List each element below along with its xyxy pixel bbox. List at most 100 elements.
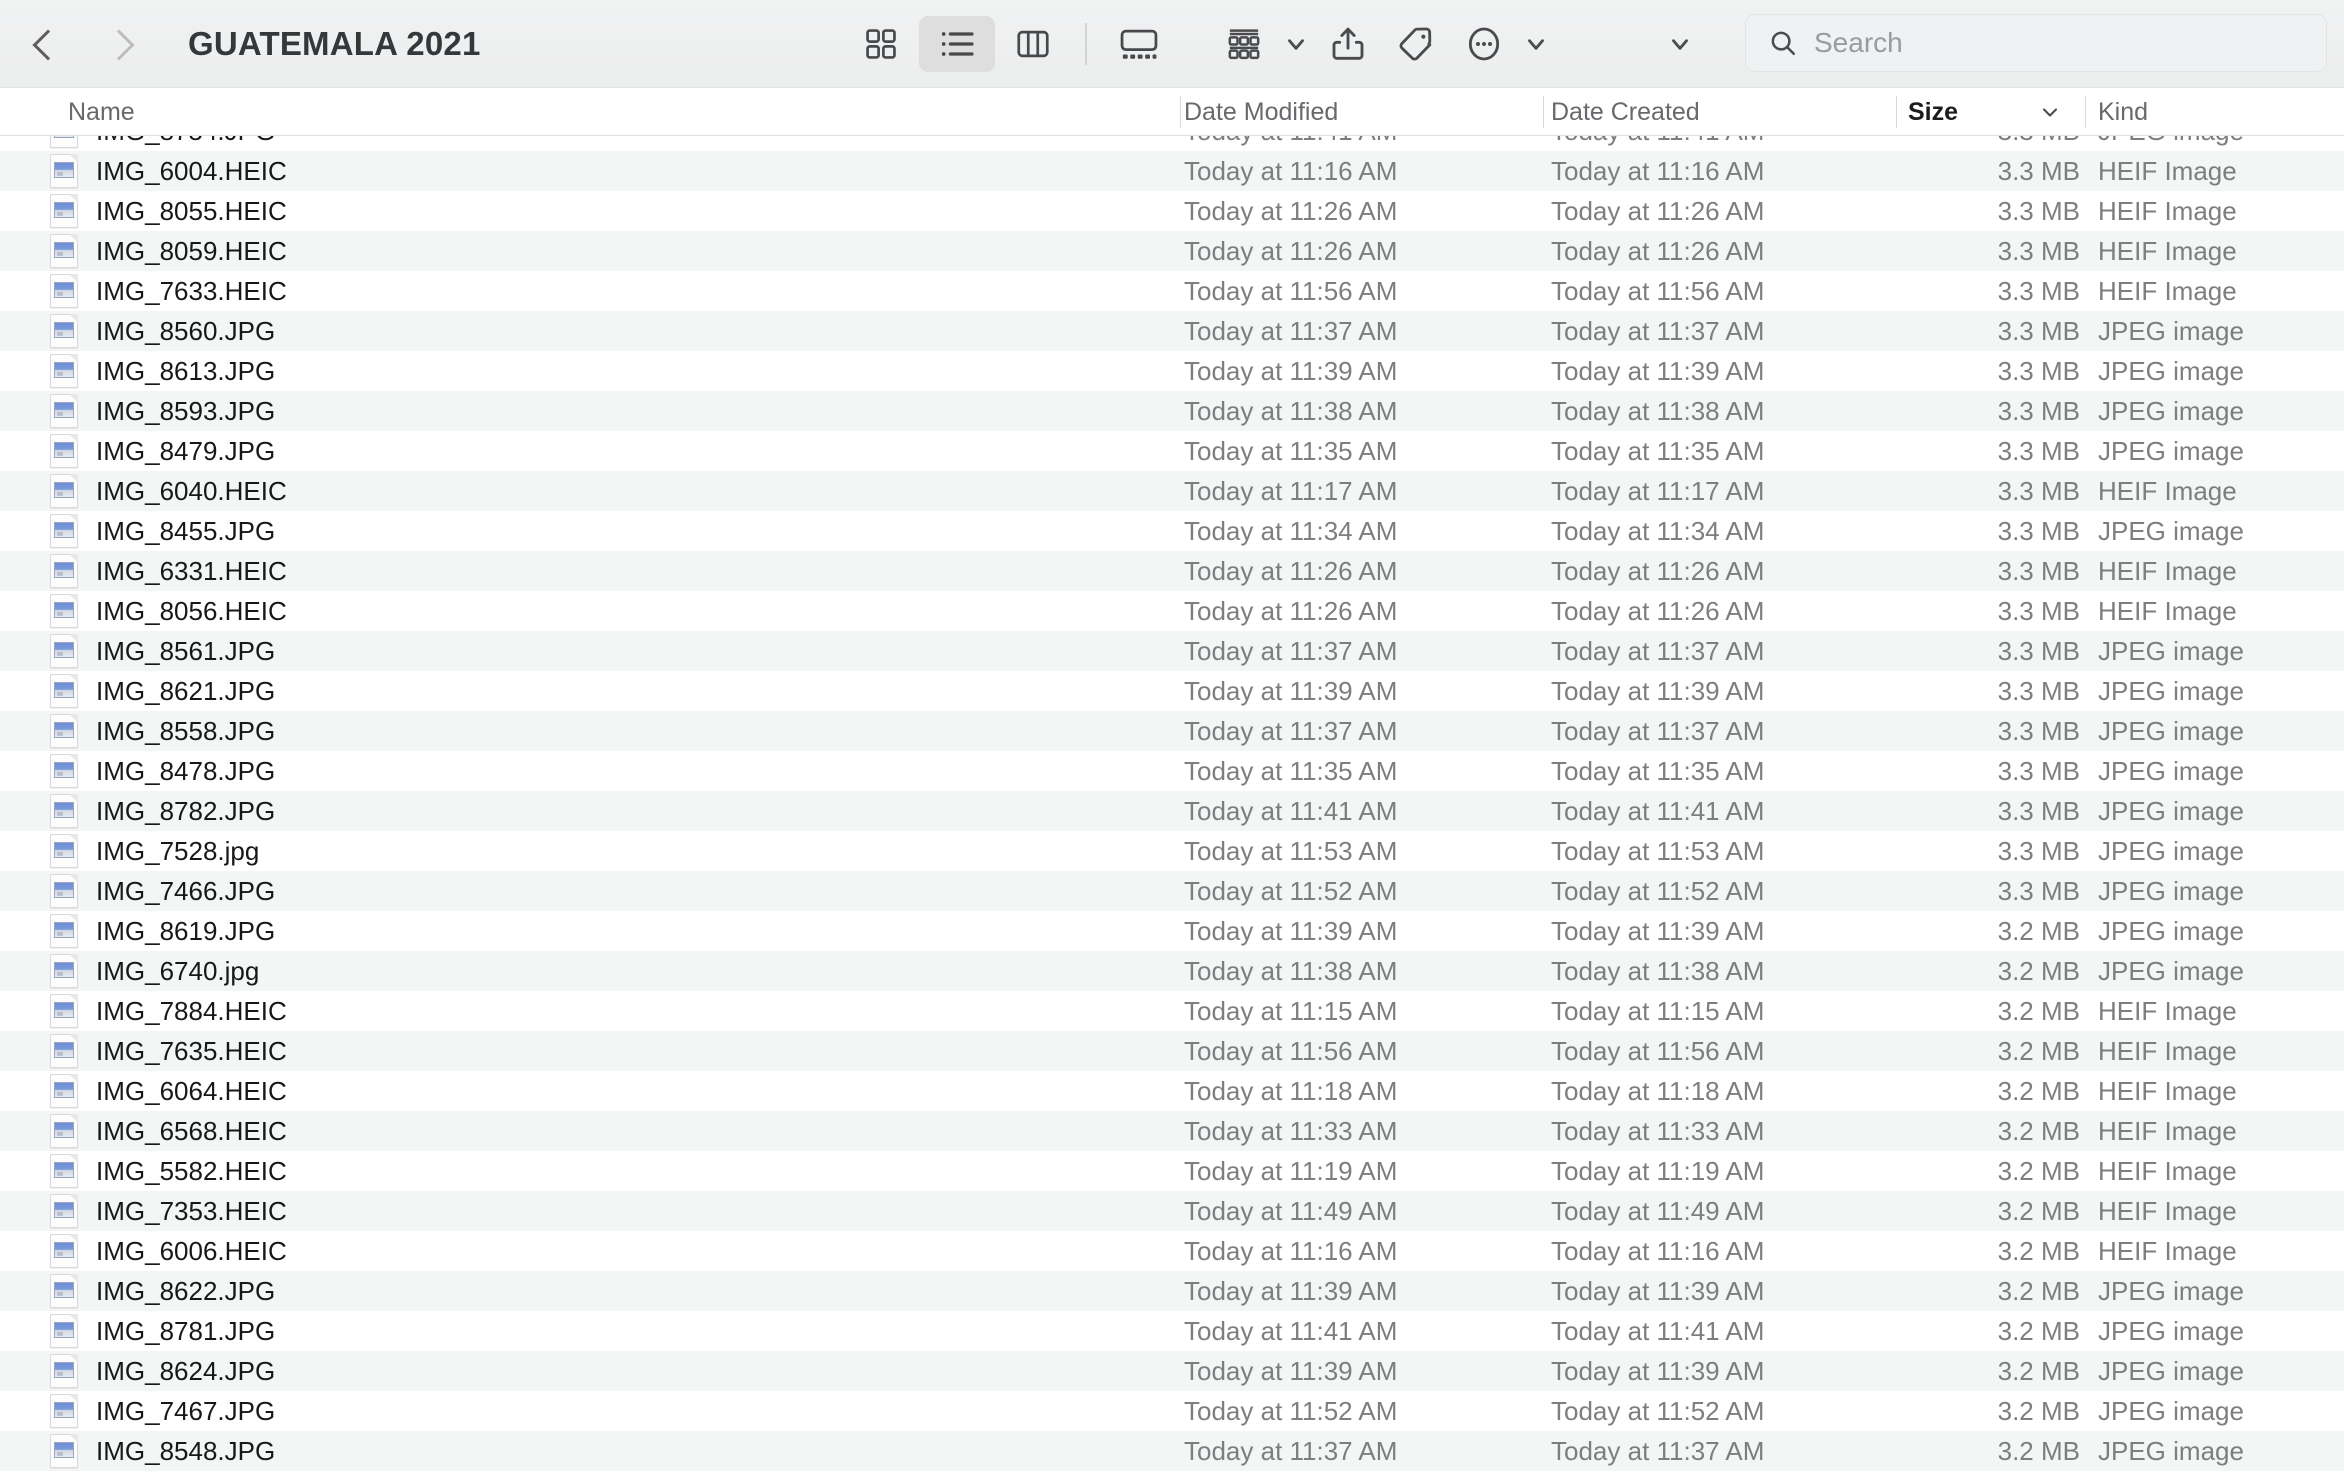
table-row[interactable]: IMG_7528.jpg Today at 11:53 AM Today at 11… bbox=[0, 831, 2344, 871]
date-modified-cell: Today at 11:53 AM bbox=[1184, 835, 1398, 866]
column-header-date-created[interactable]: Date Created bbox=[1551, 88, 1700, 136]
table-row[interactable]: IMG_7466.JPG Today at 11:52 AM Today at 11… bbox=[0, 871, 2344, 911]
table-row[interactable]: IMG_8622.JPG Today at 11:39 AM Today at 11… bbox=[0, 1271, 2344, 1311]
file-kind-cell: HEIF Image bbox=[2098, 555, 2237, 586]
table-row[interactable]: IMG_8621.JPG Today at 11:39 AM Today at 11… bbox=[0, 671, 2344, 711]
table-row[interactable]: IMG_6740.jpg Today at 11:38 AM Today at 11… bbox=[0, 951, 2344, 991]
file-name-label: IMG_8558.JPG bbox=[96, 715, 276, 746]
table-row[interactable]: IMG_7353.HEIC Today at 11:49 AM Today at 1… bbox=[0, 1191, 2344, 1231]
table-row[interactable]: IMG_6006.HEIC Today at 11:16 AM Today at 1… bbox=[0, 1231, 2344, 1271]
column-divider[interactable] bbox=[2085, 96, 2086, 128]
file-name-cell: IMG_8782.JPG bbox=[50, 794, 275, 828]
table-row[interactable]: IMG_8059.HEIC Today at 11:26 AM Today at 1… bbox=[0, 231, 2344, 271]
table-row[interactable]: IMG_7884.HEIC Today at 11:15 AM Today at 1… bbox=[0, 991, 2344, 1031]
file-kind-cell: JPEG image bbox=[2098, 515, 2244, 546]
date-created-cell: Today at 11:33 AM bbox=[1551, 1115, 1765, 1146]
group-by-caret[interactable] bbox=[1278, 16, 1314, 72]
image-file-icon bbox=[50, 994, 78, 1028]
search-input[interactable] bbox=[1814, 27, 2294, 59]
table-row[interactable]: IMG_8754.JPG Today at 11:41 AM Today at 11… bbox=[0, 136, 2344, 151]
search-field[interactable] bbox=[1745, 14, 2327, 72]
date-created-cell: Today at 11:38 AM bbox=[1551, 395, 1765, 426]
table-row[interactable]: IMG_8782.JPG Today at 11:41 AM Today at 11… bbox=[0, 791, 2344, 831]
date-modified-cell: Today at 11:38 AM bbox=[1184, 955, 1398, 986]
navigation-arrows bbox=[20, 22, 140, 66]
forward-button[interactable] bbox=[96, 22, 140, 66]
file-size-cell: 3.2 MB bbox=[1997, 1395, 2080, 1426]
image-file-icon bbox=[50, 714, 78, 748]
window-title: GUATEMALA 2021 bbox=[188, 24, 481, 62]
image-file-icon bbox=[50, 1394, 78, 1428]
toolbar-overflow-caret[interactable] bbox=[1662, 16, 1698, 72]
table-row[interactable]: IMG_8593.JPG Today at 11:38 AM Today at 11… bbox=[0, 391, 2344, 431]
table-row[interactable]: IMG_8560.JPG Today at 11:37 AM Today at 11… bbox=[0, 311, 2344, 351]
table-row[interactable]: IMG_6064.HEIC Today at 11:18 AM Today at 1… bbox=[0, 1071, 2344, 1111]
share-button[interactable] bbox=[1314, 16, 1382, 72]
more-actions-button[interactable] bbox=[1450, 16, 1518, 72]
image-file-icon bbox=[50, 1034, 78, 1068]
image-file-icon bbox=[50, 1074, 78, 1108]
file-size-cell: 3.2 MB bbox=[1997, 955, 2080, 986]
file-size-cell: 3.2 MB bbox=[1997, 1115, 2080, 1146]
chevron-right-icon bbox=[110, 28, 127, 60]
table-row[interactable]: IMG_8558.JPG Today at 11:37 AM Today at 11… bbox=[0, 711, 2344, 751]
table-row[interactable]: IMG_8055.HEIC Today at 11:26 AM Today at 1… bbox=[0, 191, 2344, 231]
table-row[interactable]: IMG_8624.JPG Today at 11:39 AM Today at 11… bbox=[0, 1351, 2344, 1391]
column-divider[interactable] bbox=[1543, 96, 1544, 128]
table-row[interactable]: IMG_7467.JPG Today at 11:52 AM Today at 11… bbox=[0, 1391, 2344, 1431]
file-kind-cell: JPEG image bbox=[2098, 955, 2244, 986]
column-divider[interactable] bbox=[1180, 96, 1181, 128]
chevron-down-icon bbox=[1288, 39, 1304, 50]
column-header-kind[interactable]: Kind bbox=[2098, 88, 2148, 136]
back-button[interactable] bbox=[20, 22, 64, 66]
table-row[interactable]: IMG_5582.HEIC Today at 11:19 AM Today at 1… bbox=[0, 1151, 2344, 1191]
table-row[interactable]: IMG_6568.HEIC Today at 11:33 AM Today at 1… bbox=[0, 1111, 2344, 1151]
list-view-button[interactable] bbox=[919, 16, 995, 72]
tag-button[interactable] bbox=[1382, 16, 1450, 72]
table-row[interactable]: IMG_6331.HEIC Today at 11:26 AM Today at 1… bbox=[0, 551, 2344, 591]
column-view-button[interactable] bbox=[995, 16, 1071, 72]
file-name-label: IMG_8548.JPG bbox=[96, 1435, 276, 1466]
file-list[interactable]: IMG_8754.JPG Today at 11:41 AM Today at 11… bbox=[0, 136, 2344, 1480]
date-created-cell: Today at 11:37 AM bbox=[1551, 315, 1765, 346]
table-row[interactable]: IMG_8056.HEIC Today at 11:26 AM Today at 1… bbox=[0, 591, 2344, 631]
table-row[interactable]: IMG_8561.JPG Today at 11:37 AM Today at 11… bbox=[0, 631, 2344, 671]
file-name-label: IMG_6006.HEIC bbox=[96, 1235, 287, 1266]
column-header-date-modified[interactable]: Date Modified bbox=[1184, 88, 1338, 136]
file-name-label: IMG_8455.JPG bbox=[96, 515, 276, 546]
image-file-icon bbox=[50, 136, 78, 148]
table-row[interactable]: IMG_8478.JPG Today at 11:35 AM Today at 11… bbox=[0, 751, 2344, 791]
gallery-view-button[interactable] bbox=[1101, 16, 1177, 72]
table-row[interactable]: IMG_8479.JPG Today at 11:35 AM Today at 11… bbox=[0, 431, 2344, 471]
table-row[interactable]: IMG_8548.JPG Today at 11:37 AM Today at 11… bbox=[0, 1431, 2344, 1471]
table-row[interactable]: IMG_7635.HEIC Today at 11:56 AM Today at 1… bbox=[0, 1031, 2344, 1071]
image-file-icon bbox=[50, 514, 78, 548]
file-name-label: IMG_8055.HEIC bbox=[96, 195, 287, 226]
column-divider[interactable] bbox=[1896, 96, 1897, 128]
file-name-cell: IMG_8558.JPG bbox=[50, 714, 275, 748]
table-row[interactable]: IMG_6040.HEIC Today at 11:17 AM Today at 1… bbox=[0, 471, 2344, 511]
image-file-icon bbox=[50, 634, 78, 668]
file-size-cell: 3.3 MB bbox=[1997, 635, 2080, 666]
image-file-icon bbox=[50, 274, 78, 308]
column-header-name[interactable]: Name bbox=[68, 88, 135, 136]
date-created-cell: Today at 11:26 AM bbox=[1551, 195, 1765, 226]
table-row[interactable]: IMG_7633.HEIC Today at 11:56 AM Today at 1… bbox=[0, 271, 2344, 311]
table-row[interactable]: IMG_8619.JPG Today at 11:39 AM Today at 11… bbox=[0, 911, 2344, 951]
table-row[interactable]: IMG_8455.JPG Today at 11:34 AM Today at 11… bbox=[0, 511, 2344, 551]
more-actions-caret[interactable] bbox=[1518, 16, 1554, 72]
date-modified-cell: Today at 11:52 AM bbox=[1184, 875, 1398, 906]
table-row[interactable]: IMG_6004.HEIC Today at 11:16 AM Today at 1… bbox=[0, 151, 2344, 191]
table-row[interactable]: IMG_8613.JPG Today at 11:39 AM Today at 11… bbox=[0, 351, 2344, 391]
date-modified-cell: Today at 11:37 AM bbox=[1184, 635, 1398, 666]
group-by-button[interactable] bbox=[1210, 16, 1278, 72]
file-name-label: IMG_8478.JPG bbox=[96, 755, 276, 786]
table-row[interactable]: IMG_8781.JPG Today at 11:41 AM Today at 11… bbox=[0, 1311, 2344, 1351]
file-name-cell: IMG_8455.JPG bbox=[50, 514, 275, 548]
sort-direction-caret[interactable] bbox=[2038, 88, 2062, 136]
file-name-cell: IMG_8056.HEIC bbox=[50, 594, 287, 628]
file-name-cell: IMG_6040.HEIC bbox=[50, 474, 287, 508]
column-header-size[interactable]: Size bbox=[1908, 88, 1958, 136]
icon-view-button[interactable] bbox=[843, 16, 919, 72]
file-name-cell: IMG_8781.JPG bbox=[50, 1314, 275, 1348]
